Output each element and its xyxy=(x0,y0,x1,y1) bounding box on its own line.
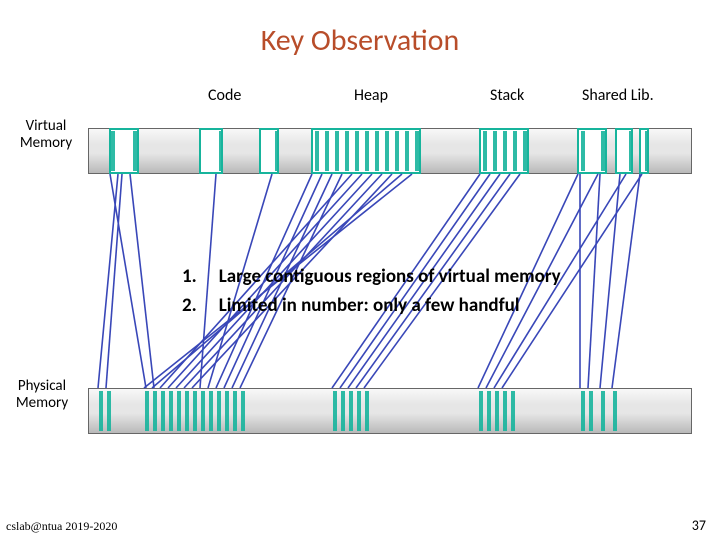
physical-page xyxy=(511,391,515,431)
virtual-region-heap-b xyxy=(259,128,279,174)
physical-page xyxy=(357,391,361,431)
virtual-page xyxy=(405,131,409,171)
label-code: Code xyxy=(208,86,241,105)
mapping-line xyxy=(600,174,620,388)
virtual-page xyxy=(385,131,389,171)
mapping-line xyxy=(130,174,154,388)
virtual-region-heap-main xyxy=(311,128,421,174)
physical-page xyxy=(225,391,229,431)
virtual-page xyxy=(219,131,223,171)
physical-page xyxy=(107,391,111,431)
virtual-page xyxy=(345,131,349,171)
slide-title: Key Observation xyxy=(0,22,720,59)
physical-page xyxy=(241,391,245,431)
virtual-page xyxy=(133,131,137,171)
label-shared-lib: Shared Lib. xyxy=(582,86,654,105)
physical-page xyxy=(193,391,197,431)
obs-text-2: Limited in number: only a few handful xyxy=(219,291,520,320)
physical-memory-bar xyxy=(88,388,692,434)
virtual-page xyxy=(355,131,359,171)
physical-page xyxy=(589,391,593,431)
virtual-page xyxy=(375,131,379,171)
virtual-page xyxy=(315,131,319,171)
virtual-region-heap-a xyxy=(199,128,223,174)
physical-page xyxy=(487,391,491,431)
mapping-line xyxy=(110,174,146,388)
physical-page xyxy=(613,391,617,431)
virtual-page xyxy=(395,131,399,171)
virtual-page xyxy=(335,131,339,171)
label-heap: Heap xyxy=(354,86,388,105)
virtual-page xyxy=(629,131,633,171)
virtual-page xyxy=(523,131,527,171)
label-physical-memory: PhysicalMemory xyxy=(2,378,82,413)
virtual-page xyxy=(645,131,649,171)
virtual-region-shlib-a xyxy=(577,128,607,174)
mapping-line xyxy=(106,174,122,388)
virtual-memory-bar xyxy=(88,128,692,174)
physical-page xyxy=(601,391,605,431)
virtual-page xyxy=(415,131,419,171)
physical-page xyxy=(341,391,345,431)
physical-page xyxy=(581,391,585,431)
physical-page xyxy=(503,391,507,431)
physical-page xyxy=(99,391,103,431)
obs-num-1: 1. xyxy=(182,262,197,291)
virtual-region-code xyxy=(109,128,139,174)
virtual-page xyxy=(325,131,329,171)
physical-page xyxy=(217,391,221,431)
mapping-line xyxy=(612,174,640,388)
physical-page xyxy=(209,391,213,431)
physical-page xyxy=(233,391,237,431)
physical-page xyxy=(349,391,353,431)
virtual-page xyxy=(503,131,507,171)
virtual-page xyxy=(275,131,279,171)
virtual-region-shlib-b xyxy=(615,128,633,174)
virtual-page xyxy=(513,131,517,171)
physical-page xyxy=(479,391,483,431)
virtual-region-shlib-c xyxy=(639,128,649,174)
virtual-region-stack xyxy=(479,128,529,174)
physical-page xyxy=(161,391,165,431)
footer-credit: cslab@ntua 2019-2020 xyxy=(6,519,117,534)
label-stack: Stack xyxy=(490,86,524,105)
virtual-page xyxy=(365,131,369,171)
virtual-page xyxy=(111,131,115,171)
label-virtual-memory: VirtualMemory xyxy=(6,118,86,153)
obs-text-1: Large contiguous regions of virtual memo… xyxy=(219,262,561,291)
obs-num-2: 2. xyxy=(182,291,197,320)
physical-page xyxy=(201,391,205,431)
physical-page xyxy=(185,391,189,431)
physical-page xyxy=(153,391,157,431)
physical-page xyxy=(333,391,337,431)
virtual-page xyxy=(601,131,605,171)
virtual-page xyxy=(493,131,497,171)
observation-list: 1. Large contiguous regions of virtual m… xyxy=(182,262,561,321)
virtual-page xyxy=(483,131,487,171)
mapping-line xyxy=(98,174,118,388)
physical-page xyxy=(169,391,173,431)
mapping-line xyxy=(588,174,600,388)
physical-page xyxy=(365,391,369,431)
physical-page xyxy=(495,391,499,431)
virtual-page xyxy=(581,131,585,171)
physical-page xyxy=(177,391,181,431)
slide-number: 37 xyxy=(692,517,706,534)
physical-page xyxy=(145,391,149,431)
